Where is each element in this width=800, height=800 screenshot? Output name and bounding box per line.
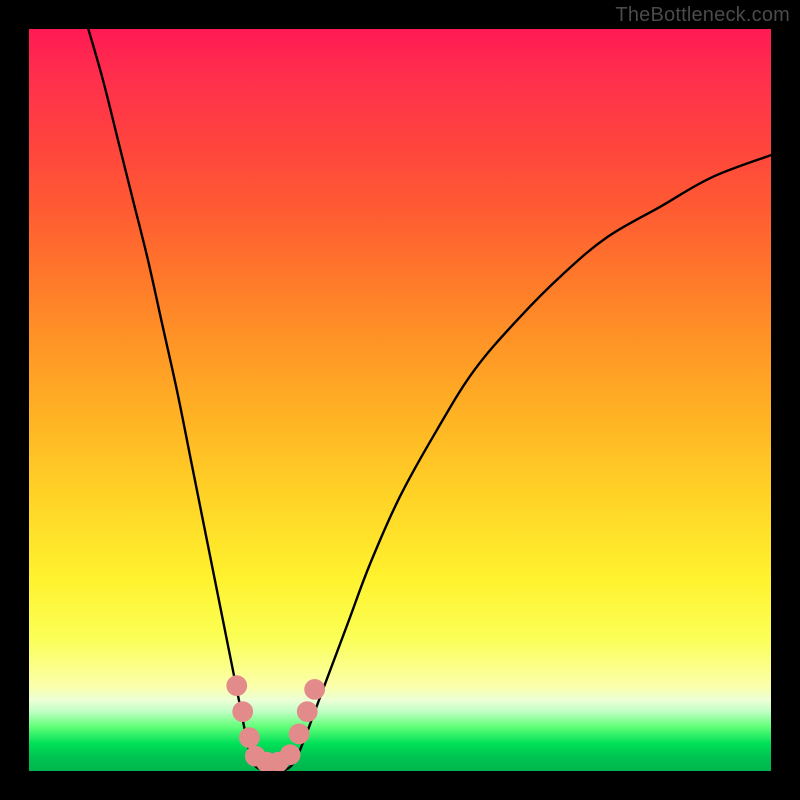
bottleneck-curve bbox=[88, 29, 771, 771]
marker-dot bbox=[239, 727, 260, 748]
curve-layer bbox=[29, 29, 771, 771]
marker-dot bbox=[226, 675, 247, 696]
marker-dot bbox=[280, 744, 301, 765]
watermark-text: TheBottleneck.com bbox=[615, 4, 790, 27]
marker-dot bbox=[304, 679, 325, 700]
marker-dot bbox=[232, 701, 253, 722]
plot-area bbox=[29, 29, 771, 771]
marker-dot bbox=[297, 701, 318, 722]
marker-dot bbox=[289, 724, 310, 745]
chart-frame: TheBottleneck.com bbox=[0, 0, 800, 800]
